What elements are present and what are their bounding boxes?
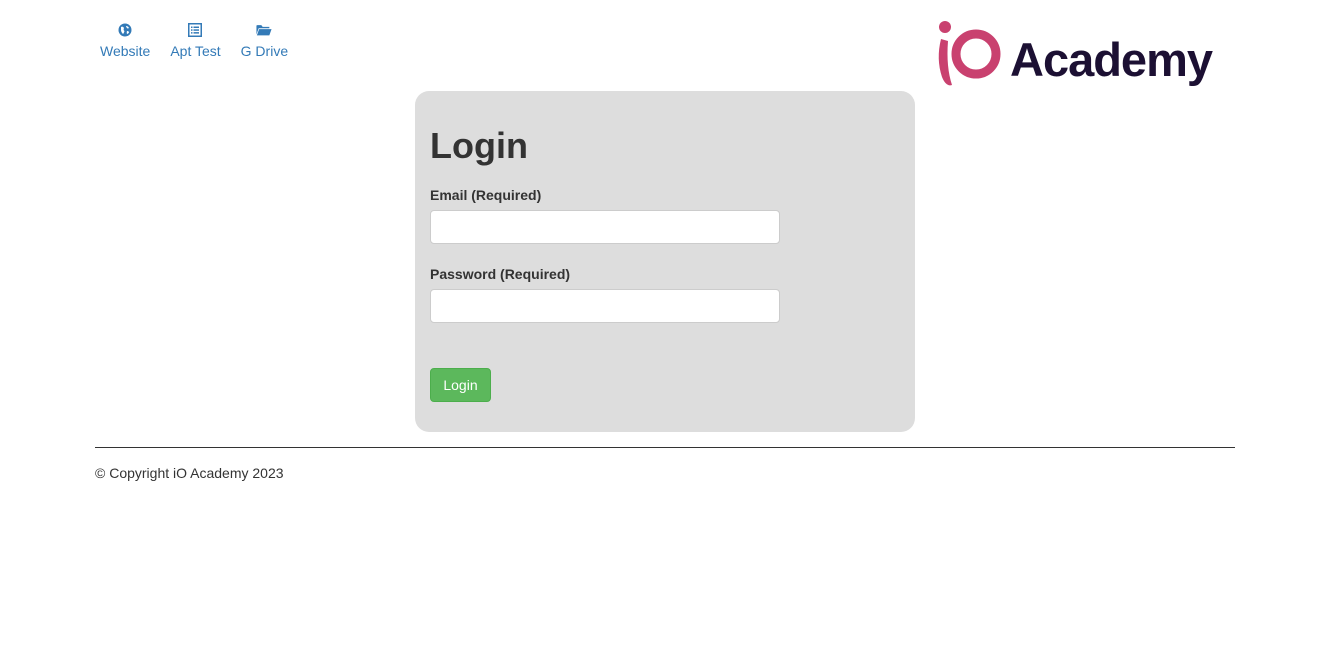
password-field[interactable] xyxy=(430,289,780,323)
nav-website-label: Website xyxy=(100,43,151,59)
top-nav: Website Apt Test G Drive xyxy=(95,22,303,59)
io-logo-mark xyxy=(938,21,1001,86)
page: Website Apt Test G Drive Academy Login E… xyxy=(0,0,1335,660)
password-label: Password (Required) xyxy=(430,266,571,282)
nav-website-link[interactable]: Website xyxy=(95,22,155,59)
io-academy-logo: Academy xyxy=(934,18,1236,92)
login-title: Login xyxy=(430,125,528,166)
logo-wordmark: Academy xyxy=(1010,32,1213,86)
nav-g-drive-label: G Drive xyxy=(240,43,289,59)
footer-divider xyxy=(95,447,1235,448)
nav-apt-test-label: Apt Test xyxy=(170,43,221,59)
folder-open-icon xyxy=(256,22,272,38)
nav-g-drive-link[interactable]: G Drive xyxy=(236,22,293,59)
login-button[interactable]: Login xyxy=(430,368,491,402)
email-label: Email (Required) xyxy=(430,187,542,203)
copyright-text: © Copyright iO Academy 2023 xyxy=(95,465,284,481)
nav-apt-test-link[interactable]: Apt Test xyxy=(165,22,225,59)
login-panel: Login Email (Required) Password (Require… xyxy=(415,91,915,432)
globe-icon xyxy=(117,22,133,38)
list-alt-icon xyxy=(187,22,203,38)
email-field[interactable] xyxy=(430,210,780,244)
